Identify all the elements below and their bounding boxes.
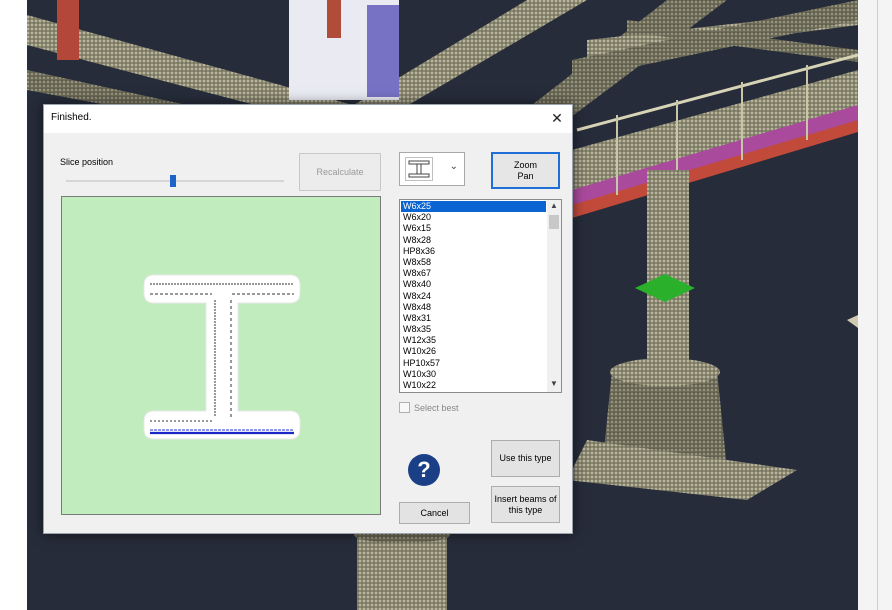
close-button[interactable]: ✕ xyxy=(548,109,566,127)
beam-type-item[interactable]: W6x15 xyxy=(401,223,546,234)
zoom-pan-line2: Pan xyxy=(517,170,534,181)
beam-type-list[interactable]: W6x25 W6x20 W6x15 W8x28 HP8x36 W8x58 W8x67 W8x4… xyxy=(399,199,562,393)
scroll-up-icon[interactable]: ▲ xyxy=(547,201,561,213)
i-beam-section-drawing xyxy=(143,274,301,440)
cancel-button[interactable]: Cancel xyxy=(399,502,470,524)
dialog-title: Finished. xyxy=(51,112,92,123)
beam-type-item[interactable]: W8x35 xyxy=(401,324,546,335)
beam-type-item[interactable]: W10x30 xyxy=(401,369,546,380)
beam-type-item[interactable]: W6x25 xyxy=(401,201,546,213)
zoom-pan-button[interactable]: Zoom Pan xyxy=(491,152,560,189)
i-beam-icon xyxy=(405,157,433,181)
slice-position-label: Slice position xyxy=(60,157,114,167)
recalculate-button[interactable]: Recalculate xyxy=(299,153,381,191)
beam-type-items: W6x25 W6x20 W6x15 W8x28 HP8x36 W8x58 W8x67 W8x4… xyxy=(401,201,546,391)
beam-type-item[interactable]: W8x67 xyxy=(401,268,546,279)
use-this-type-button[interactable]: Use this type xyxy=(491,440,560,477)
left-margin xyxy=(0,0,27,610)
beam-type-item[interactable]: W12x35 xyxy=(401,335,546,346)
insert-beams-line1: Insert beams of xyxy=(494,493,557,504)
beam-type-item[interactable]: HP8x36 xyxy=(401,246,546,257)
beam-type-item[interactable]: W8x48 xyxy=(401,302,546,313)
scroll-down-icon[interactable]: ▼ xyxy=(547,379,561,391)
right-margin xyxy=(858,0,892,610)
help-icon[interactable]: ? xyxy=(408,454,440,486)
select-best-checkbox[interactable]: Select best xyxy=(399,402,459,413)
beam-type-item[interactable]: W8x28 xyxy=(401,235,546,246)
beam-type-item[interactable]: HP10x57 xyxy=(401,358,546,369)
chevron-down-icon: ⌄ xyxy=(449,161,458,172)
beam-type-item[interactable]: W10x22 xyxy=(401,380,546,391)
insert-beams-line2: this type xyxy=(508,504,543,515)
insert-beams-button[interactable]: Insert beams of this type xyxy=(491,486,560,523)
section-type-dropdown[interactable]: ⌄ xyxy=(399,152,465,186)
beam-type-item[interactable]: W8x58 xyxy=(401,257,546,268)
beam-type-item[interactable]: W6x20 xyxy=(401,212,546,223)
dialog-titlebar: Finished. ✕ xyxy=(44,105,572,133)
beam-type-item[interactable]: W8x40 xyxy=(401,279,546,290)
scroll-thumb[interactable] xyxy=(549,215,559,229)
checkbox-icon[interactable] xyxy=(399,402,410,413)
section-preview xyxy=(61,196,381,515)
beam-type-item[interactable]: W8x31 xyxy=(401,313,546,324)
section-fit-dialog: Finished. ✕ Slice position Recalculate ⌄… xyxy=(43,104,573,534)
list-scrollbar[interactable]: ▲ ▼ xyxy=(547,200,561,392)
slice-position-thumb[interactable] xyxy=(169,175,176,187)
beam-type-item[interactable]: W10x26 xyxy=(401,346,546,357)
beam-type-item[interactable]: W8x24 xyxy=(401,291,546,302)
zoom-pan-line1: Zoom xyxy=(513,159,537,170)
select-best-label: Select best xyxy=(414,402,459,413)
